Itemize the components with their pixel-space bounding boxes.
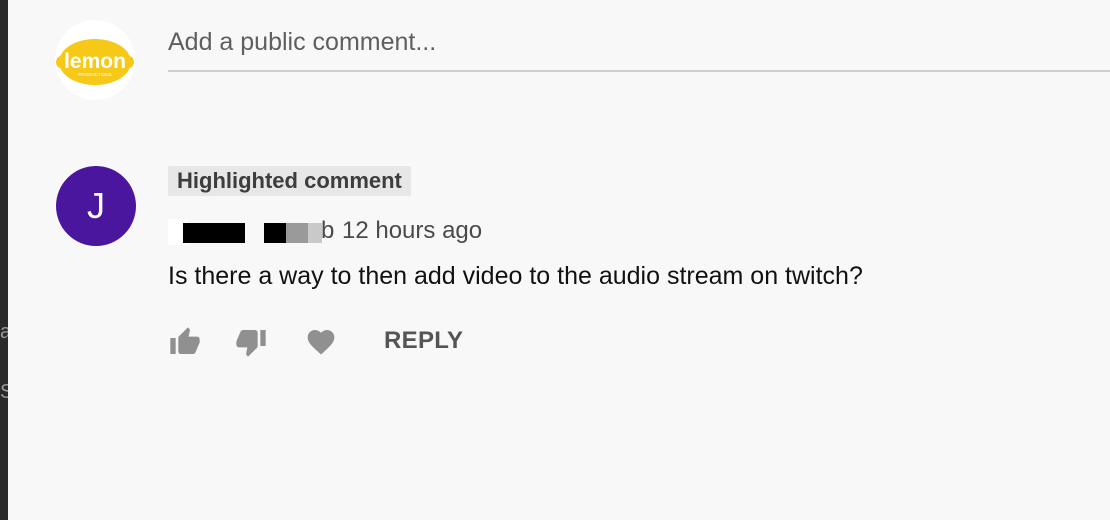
own-channel-avatar[interactable]: lemon PRODUCTIONS [55,20,135,100]
commenter-avatar[interactable]: J [56,166,136,246]
avatar-letter: J [87,185,105,226]
comment-timestamp[interactable]: 12 hours ago [342,216,482,246]
heart-icon[interactable] [304,326,338,358]
redaction-box [286,223,308,243]
comment-actions: REPLY [168,324,568,358]
left-edge-strip: a Se [0,0,24,520]
highlighted-comment-badge: Highlighted comment [168,166,411,196]
thumbs-up-icon[interactable] [168,326,202,358]
redacted-author-name[interactable] [183,223,245,243]
add-comment-input[interactable]: Add a public comment... [168,22,1110,72]
comments-panel: lemon PRODUCTIONS Add a public comment..… [8,0,1110,520]
lemon-logo-icon: lemon PRODUCTIONS [56,39,134,85]
author-name-tail: b [321,217,335,244]
reply-button[interactable]: REPLY [384,326,463,356]
comment-header: b 12 hours ago [168,216,568,246]
comment-text: Is there a way to then add video to the … [168,262,863,290]
comment-input-placeholder: Add a public comment... [168,28,437,56]
redaction-box [264,223,286,243]
redaction-box [308,223,322,243]
logo-text: lemon [64,50,126,73]
thumbs-down-icon[interactable] [234,326,268,358]
logo-subtext: PRODUCTIONS [78,72,111,77]
